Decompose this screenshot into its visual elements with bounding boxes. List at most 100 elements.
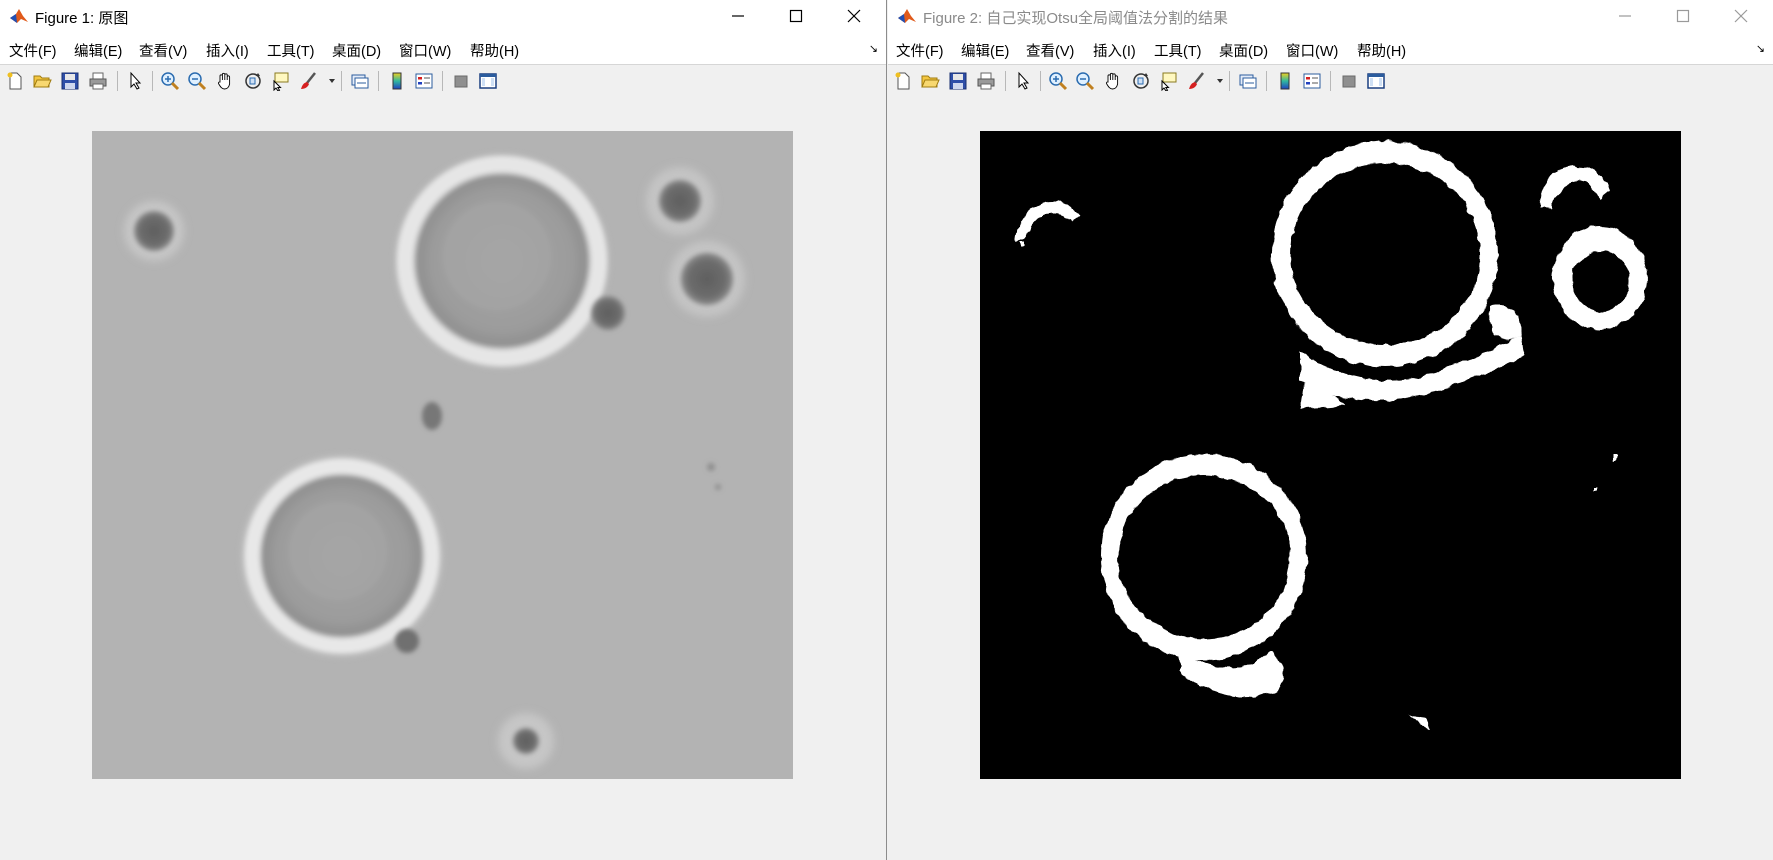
segmented-image [980,131,1681,779]
hide-plot-tools-button[interactable] [450,70,472,92]
zoom-in-button[interactable] [159,70,181,92]
link-plot-icon [351,74,369,89]
pointer-icon [130,71,142,90]
close-button[interactable] [828,0,880,32]
figure-window-2[interactable]: Figure 2: 自己实现Otsu全局阈值法分割的结果 文件(F) 编辑(E)… [888,0,1773,860]
data-cursor-button[interactable] [270,70,292,92]
zoom-out-icon [188,72,207,91]
toolbar-separator [1040,71,1041,91]
menu-file[interactable]: 文件(F) [9,40,57,61]
open-file-button[interactable] [919,70,941,92]
menu-edit[interactable]: 编辑(E) [74,40,122,61]
print-button[interactable] [87,70,109,92]
menu-help[interactable]: 帮助(H) [1357,40,1406,61]
colorbar-button[interactable] [1274,70,1296,92]
pointer-button[interactable] [1012,70,1034,92]
menu-insert[interactable]: 插入(I) [206,40,249,61]
menu-bar: 文件(F) 编辑(E) 查看(V) 插入(I) 工具(T) 桌面(D) 窗口(W… [0,32,886,64]
close-button[interactable] [1715,0,1767,32]
toolbar-separator [1330,71,1331,91]
brush-dropdown-icon[interactable] [329,79,335,83]
new-figure-button[interactable] [4,70,26,92]
legend-button[interactable] [413,70,435,92]
minimize-button[interactable] [1599,0,1651,32]
legend-button[interactable] [1301,70,1323,92]
toolbar-separator [117,71,118,91]
menu-tools[interactable]: 工具(T) [267,40,315,61]
brush-dropdown-icon[interactable] [1217,79,1223,83]
menu-overflow-icon[interactable]: ↘ [869,42,878,55]
link-plot-button[interactable] [349,70,371,92]
maximize-button[interactable] [1657,0,1709,32]
toolbar-separator [1005,71,1006,91]
minimize-button[interactable] [712,0,764,32]
brush-button[interactable] [1186,70,1208,92]
menu-overflow-icon[interactable]: ↘ [1756,42,1765,55]
link-plot-icon [1239,74,1257,89]
menu-desktop[interactable]: 桌面(D) [332,40,381,61]
figure-canvas [0,97,886,860]
colorbar-button[interactable] [386,70,408,92]
hide-plot-tools-button[interactable] [1338,70,1360,92]
menu-insert[interactable]: 插入(I) [1093,40,1136,61]
menu-window[interactable]: 窗口(W) [399,40,451,61]
menu-view[interactable]: 查看(V) [139,40,187,61]
save-button[interactable] [947,70,969,92]
window-title: Figure 1: 原图 [35,10,129,27]
figure-window-1[interactable]: Figure 1: 原图 文件(F) 编辑(E) 查看(V) 插入(I) 工具(… [0,0,887,860]
original-image [92,131,793,779]
menu-desktop[interactable]: 桌面(D) [1219,40,1268,61]
pan-icon [1106,72,1119,90]
close-icon [847,9,861,23]
legend-icon [1303,73,1321,89]
zoom-in-button[interactable] [1047,70,1069,92]
zoom-out-button[interactable] [186,70,208,92]
pointer-button[interactable] [124,70,146,92]
menu-tools[interactable]: 工具(T) [1154,40,1202,61]
menu-window[interactable]: 窗口(W) [1286,40,1338,61]
link-plot-button[interactable] [1237,70,1259,92]
data-cursor-button[interactable] [1158,70,1180,92]
pan-button[interactable] [1102,70,1124,92]
menu-view[interactable]: 查看(V) [1026,40,1074,61]
rotate-3d-icon [1133,73,1149,89]
maximize-button[interactable] [770,0,822,32]
figure-toolbar [888,64,1773,98]
rotate-3d-button[interactable] [242,70,264,92]
minimize-icon [732,15,744,17]
brush-icon [301,72,316,89]
save-button[interactable] [59,70,81,92]
figure-canvas [888,97,1773,860]
show-plot-tools-button[interactable] [1365,70,1387,92]
title-bar[interactable]: Figure 1: 原图 [0,0,886,32]
menu-bar: 文件(F) 编辑(E) 查看(V) 插入(I) 工具(T) 桌面(D) 窗口(W… [888,32,1773,64]
data-cursor-icon [1161,72,1177,91]
zoom-in-icon [161,72,180,91]
figure-toolbar [0,64,886,98]
hide-plot-tools-icon [454,75,468,88]
rotate-3d-button[interactable] [1130,70,1152,92]
show-plot-tools-icon [479,73,497,89]
toolbar-separator [152,71,153,91]
brush-icon [1189,72,1204,89]
zoom-in-icon [1049,72,1068,91]
open-file-button[interactable] [31,70,53,92]
open-file-icon [921,75,940,88]
print-icon [89,72,107,90]
title-bar[interactable]: Figure 2: 自己实现Otsu全局阈值法分割的结果 [888,0,1773,32]
toolbar-separator [341,71,342,91]
matlab-logo-icon [10,9,28,23]
menu-edit[interactable]: 编辑(E) [961,40,1009,61]
show-plot-tools-button[interactable] [477,70,499,92]
print-button[interactable] [975,70,997,92]
menu-file[interactable]: 文件(F) [896,40,944,61]
menu-help[interactable]: 帮助(H) [470,40,519,61]
toolbar-separator [378,71,379,91]
zoom-out-button[interactable] [1074,70,1096,92]
brush-button[interactable] [298,70,320,92]
zoom-out-icon [1076,72,1095,91]
maximize-icon [789,9,803,23]
colorbar-icon [1280,72,1290,90]
pan-button[interactable] [214,70,236,92]
new-figure-button[interactable] [892,70,914,92]
